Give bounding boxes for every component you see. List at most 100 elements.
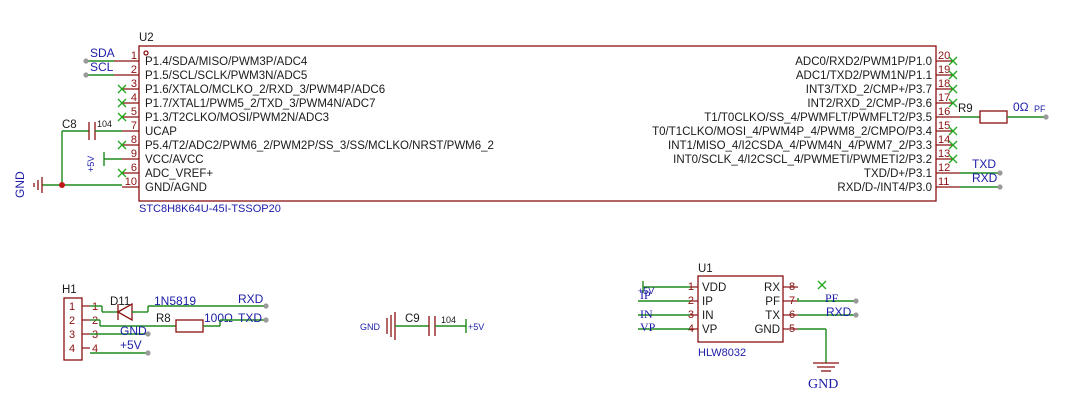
u1-pin-num: 5 [789,323,795,335]
c9-5v-label: +5V [468,322,484,332]
u1-vp-label: VP [640,320,656,334]
r9-resistor[interactable]: R9 0Ω PF [958,100,1049,124]
u1-ref: U1 [698,263,713,275]
u2-pin-name: INT1/MISO_4/I2CSDA_4/PWM4N_4/PWM7_2/P3.3 [668,140,932,152]
u2-pin-name: TXD/D+/P3.1 [864,168,932,180]
u1-pin-name: IP [702,296,713,308]
h1-txd-label: TXD [238,311,262,325]
r8-value: 100Ω [204,311,233,325]
u1-pin-name: TX [765,310,780,322]
rxd-right-net[interactable]: RXD [960,171,1003,190]
c9-capacitor[interactable]: GND C9 104 +5V [360,312,484,340]
u1-pin-num: 8 [789,281,795,293]
h1-5v-label: +5V [120,338,142,352]
gnd-left-net[interactable]: GND [13,131,122,198]
r8-resistor[interactable]: R8 100Ω [90,311,233,333]
u2-pin-name: P5.4/T2/ADC2/PWM6_2/PWM2P/SS_3/SS/MCLKO/… [145,140,494,152]
h1-pin-num: 2 [69,315,75,327]
u2-pin-num: 6 [131,162,137,174]
u1-gnd-label: GND [808,377,838,392]
plus5v-u2-label: +5V [86,156,96,172]
u1-pf-net[interactable]: PF [797,291,859,305]
u2-pin-num: 12 [938,162,950,174]
u1-package-label: HLW8032 [698,347,746,359]
u2-pin-num: 16 [938,106,950,118]
c9-value: 104 [441,315,456,325]
h1-gnd-label: GND [120,324,147,338]
u2-pin-name: T0/T1CLKO/MOSI_4/PWM4P_4/PWM8_2/CMPO/P3.… [652,126,933,138]
u2-pin-num: 1 [131,50,137,62]
u2-pin-name: UCAP [145,126,177,138]
u1-hlw8032[interactable]: U1 HLW8032 1 2 3 4 VDD IP IN VP 8 7 6 5 … [688,263,798,359]
u1-gnd-net[interactable]: GND [798,328,839,392]
u1-rxd-net[interactable]: RXD [798,305,859,319]
u2-pin-name: ADC0/RXD2/PWM1P/P1.0 [795,56,932,68]
gnd-left-label: GND [13,171,27,198]
u2-pin-name: P1.4/SDA/MISO/PWM3P/ADC4 [145,56,308,68]
u2-pin-num: 19 [938,64,950,76]
c9-gnd-label: GND [360,322,381,332]
u2-pin-name: P1.5/SCL/SCLK/PWM3N/ADC5 [145,70,307,82]
d11-ref: D11 [110,296,130,308]
d11-diode[interactable]: D11 1N5819 [90,294,196,322]
u2-ref: U2 [139,32,154,44]
pf-right-label: PF [1034,104,1046,114]
u1-ip-net[interactable]: IP [638,288,690,302]
u2-right-pins: 20 19 18 17 16 15 14 13 12 11 ADC0/RXD2/… [652,50,960,194]
u1-pin-name: PF [765,296,780,308]
u2-pin-num: 9 [131,148,137,160]
r9-ref: R9 [958,103,973,115]
u1-pin-name: RX [764,282,780,294]
scl-label: SCL [90,60,114,74]
u1-rxd-label: RXD [826,305,852,319]
schematic-canvas: U2 STC8H8K64U-45I-TSSOP20 1 2 3 4 5 7 8 … [13,32,1049,392]
u2-pin-num: 10 [125,176,137,188]
u2-pin-name: INT0/SCLK_4/I2CSCL_4/PWMETI/PWMETI2/P3.2 [673,154,932,166]
u1-pin-num: 7 [789,295,795,307]
u2-pin-num: 15 [938,120,950,132]
h1-pin-num-outer: 1 [92,301,98,313]
h1-pin-num-outer: 3 [92,329,98,341]
r9-value: 0Ω [1013,100,1029,114]
u2-pin-num: 7 [131,120,137,132]
u1-pf-label: PF [825,291,839,305]
u1-in-label: IN [640,307,653,321]
h1-rxd-label: RXD [238,292,264,306]
u1-in-net[interactable]: IN [638,307,690,321]
u1-pin-name: VP [702,324,718,336]
r8-ref: R8 [156,313,171,325]
u1-pin-num: 6 [789,309,795,321]
sda-label: SDA [90,46,115,60]
u2-left-pins: 1 2 3 4 5 7 8 9 6 10 P1.4/SDA/MISO/PWM3P… [114,50,494,194]
c8-capacitor[interactable]: C8 104 [62,119,122,140]
u2-pin-num: 4 [131,92,137,104]
h1-ref: H1 [62,284,77,296]
txd-right-label: TXD [972,157,996,171]
u2-pin-name: T1/T0CLKO/SS_4/PWMFLT/PWMFLT2/P3.5 [704,112,932,124]
h1-pin-num: 1 [69,301,75,313]
u2-pin-name: VCC/AVCC [145,154,204,166]
u1-ip-label: IP [640,288,651,302]
h1-pin-num-outer: 2 [92,315,98,327]
c8-value: 104 [97,119,112,129]
u2-pin-name: GND/AGND [145,182,207,194]
u1-pin-name: GND [754,324,780,336]
vcc-5v-net[interactable]: +5V [86,152,122,172]
h1-gnd-net[interactable]: GND [90,324,151,338]
u1-pin-name: IN [702,310,714,322]
h1-header[interactable]: H1 1 2 3 4 1 2 3 4 [62,284,98,361]
u2-pin-num: 8 [131,134,137,146]
u2-pin-num: 3 [131,78,137,90]
u1-vp-net[interactable]: VP [638,320,690,334]
h1-pin-num: 3 [69,329,75,341]
u1-pin-name: VDD [702,282,726,294]
u2-pin-name: ADC1/TXD2/PWM1N/P1.1 [796,70,932,82]
u2-pin-num: 13 [938,148,950,160]
h1-5v-net[interactable]: +5V [90,338,151,356]
u2-pin-num: 2 [131,64,137,76]
u2-pin-num: 14 [938,134,950,146]
u2-pin-num: 5 [131,106,137,118]
u2-pin-num: 11 [938,176,949,188]
rxd-right-label: RXD [972,171,998,185]
u2-pin-name: RXD/D-/INT4/P3.0 [837,182,932,194]
